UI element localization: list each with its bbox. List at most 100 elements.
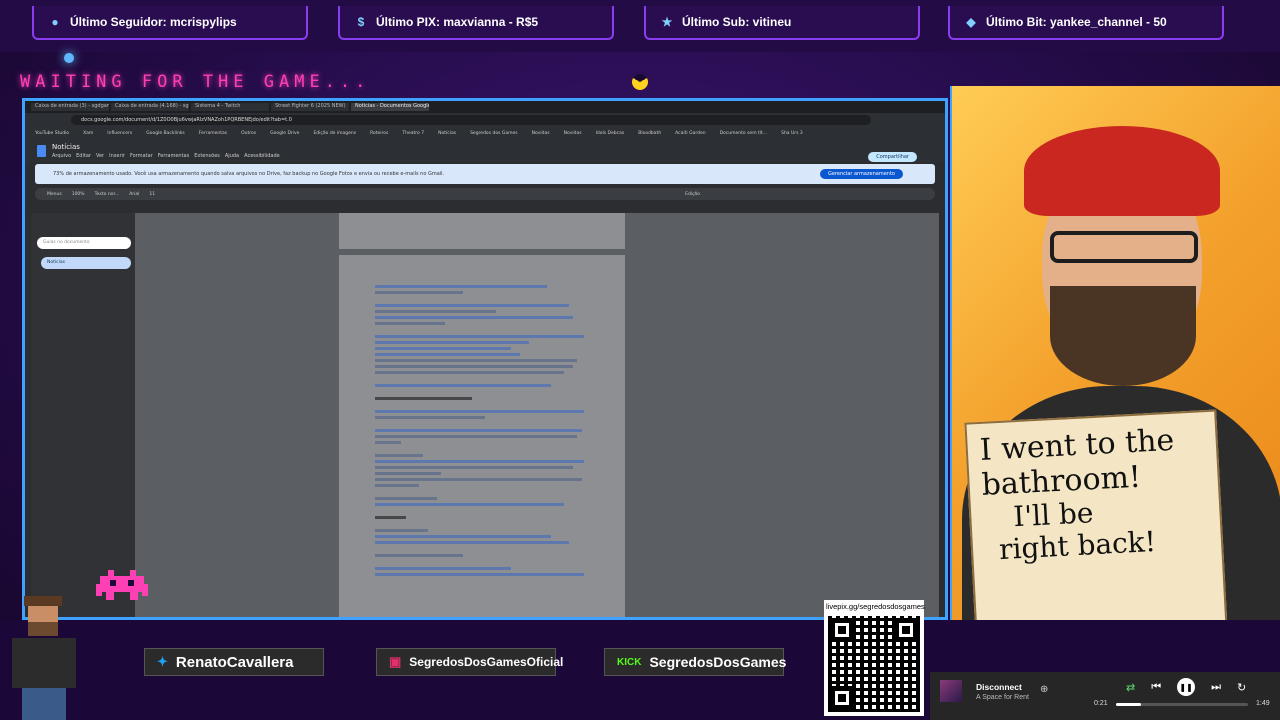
docs-logo-icon <box>37 145 46 157</box>
track-title: Disconnect <box>976 682 1022 692</box>
storage-warning-text: 73% de armazenamento usado. Você usa arm… <box>53 171 445 177</box>
bookmark[interactable]: Notícias <box>438 131 456 136</box>
progress-bar[interactable] <box>1116 703 1248 706</box>
browser-tab[interactable]: Sistema 4 - Twitch <box>191 103 269 111</box>
docs-toolbar: Menus 100% Texto nor... Arial 11 Edição <box>35 188 935 200</box>
bookmark[interactable]: Novidas <box>532 131 550 136</box>
menu-item[interactable]: Inserir <box>109 153 125 159</box>
bookmark[interactable]: Google Drive <box>270 131 299 136</box>
bookmark[interactable]: Xam <box>83 131 93 136</box>
menu-item[interactable]: Arquivo <box>52 153 71 159</box>
bookmark[interactable]: Ferramentas <box>199 131 227 136</box>
bookmark[interactable]: Google Backlinks <box>146 131 185 136</box>
menu-item[interactable]: Ajuda <box>225 153 239 159</box>
manage-storage-button[interactable]: Gerenciar armazenamento <box>819 169 903 179</box>
bookmark[interactable]: Influencers <box>107 131 132 136</box>
character-bandana <box>1024 126 1220 216</box>
menu-item[interactable]: Editar <box>76 153 91 159</box>
user-icon: ● <box>51 15 59 29</box>
last-follower-ticker: ● Último Seguidor: mcrispylips <box>32 6 308 40</box>
menu-item[interactable]: Extensões <box>194 153 220 159</box>
bookmark[interactable]: Documento sem tít... <box>720 131 768 136</box>
browser-tab-strip: Caixa de entrada (3) - sgdgame Caixa de … <box>25 101 945 113</box>
qr-finder <box>894 618 918 642</box>
kick-handle: KICK SegredosDosGames <box>604 648 787 676</box>
track-artist: A Space for Rent <box>976 694 1029 701</box>
next-icon[interactable]: ⏭ <box>1211 681 1221 694</box>
bookmark[interactable]: Edição de imagens <box>313 131 356 136</box>
bookmark[interactable]: Novidas <box>564 131 582 136</box>
kick-logo-icon: KICK <box>617 656 642 668</box>
document-page[interactable] <box>339 255 625 617</box>
qr-finder <box>830 618 854 642</box>
editing-mode-select[interactable]: Edição <box>685 192 700 197</box>
progress-fill <box>1116 703 1142 706</box>
shuffle-icon[interactable]: ⇄ <box>1126 681 1135 694</box>
font-size-field[interactable]: 11 <box>149 192 155 197</box>
browser-tab[interactable]: Street Fighter 6 (2025 NEW) <box>271 103 349 111</box>
brb-sign: I went to the bathroom! I'll be right ba… <box>964 409 1228 643</box>
font-select[interactable]: Arial <box>129 192 139 197</box>
last-pix-ticker: $ Último PIX: maxvianna - R$5 <box>338 6 614 40</box>
ticker-bar: ● Último Seguidor: mcrispylips $ Último … <box>0 0 1280 52</box>
bookmark[interactable]: Segredos dos Games <box>470 131 518 136</box>
share-button[interactable]: Compartilhar <box>868 152 917 162</box>
screen-capture: Caixa de entrada (3) - sgdgame Caixa de … <box>22 98 948 620</box>
last-sub-ticker: ★ Último Sub: vitineu <box>644 6 920 40</box>
music-player: Disconnect A Space for Rent ⊕ ⇄ ⏮ ❚❚ ⏭ ↻… <box>930 672 1280 720</box>
bookmark[interactable]: Roteiros <box>370 131 388 136</box>
docs-menu-bar: Arquivo Editar Ver Inserir Formatar Ferr… <box>52 153 280 159</box>
last-bit-ticker: ◆ Último Bit: yankee_channel - 50 <box>948 6 1224 40</box>
outline-item[interactable]: Notícias <box>41 257 131 269</box>
menu-item[interactable]: Acessibilidade <box>244 153 280 159</box>
bookmark[interactable]: Acaiti Garden <box>675 131 705 136</box>
menu-item[interactable]: Ferramentas <box>158 153 190 159</box>
bookmark[interactable]: Theatro 7 <box>402 131 424 136</box>
browser-tab[interactable]: Caixa de entrada (4.168) - sgh <box>111 103 189 111</box>
twitter-name: RenatoCavallera <box>175 653 294 671</box>
repeat-icon[interactable]: ↻ <box>1237 681 1246 694</box>
browser-tab-active[interactable]: Notícias - Documentos Google <box>351 103 429 111</box>
previous-page <box>339 213 625 249</box>
bookmark[interactable]: Sha Urs 3 <box>781 131 803 136</box>
bookmark[interactable]: Outros <box>241 131 256 136</box>
twitter-bird-icon: ✦ <box>157 654 168 669</box>
pause-button[interactable]: ❚❚ <box>1177 678 1196 696</box>
bookmark[interactable]: YouTube Studio <box>35 131 69 136</box>
twitter-handle: ✦ RenatoCavallera <box>144 648 324 676</box>
zoom-select[interactable]: 100% <box>72 192 85 197</box>
bookmark[interactable]: Bloodbath <box>638 131 661 136</box>
previous-icon[interactable]: ⏮ <box>1151 681 1161 694</box>
url-field[interactable]: docs.google.com/document/d/1Z0O0Bju6vwja… <box>71 115 871 125</box>
livepix-qr-card: livepix.gg/segredosdosgames <box>824 600 925 716</box>
document-area: Guias no documento Notícias <box>31 213 939 617</box>
menu-item[interactable]: Ver <box>96 153 104 159</box>
bookmark[interactable]: Idols Debcas <box>596 131 625 136</box>
pixel-avatar <box>12 596 76 720</box>
instagram-icon: ▣ <box>389 654 402 669</box>
qr-finder <box>830 686 854 710</box>
elapsed-time: 0:21 <box>1094 700 1108 707</box>
be-right-back-art: I went to the bathroom! I'll be right ba… <box>950 86 1280 668</box>
waiting-for-game-text: WAITING FOR THE GAME... <box>20 72 371 92</box>
livepix-url: livepix.gg/segredosdosgames <box>826 602 925 611</box>
browser-tab[interactable]: Caixa de entrada (3) - sgdgame <box>31 103 109 111</box>
glow-dot <box>64 53 74 63</box>
style-select[interactable]: Texto nor... <box>95 192 120 197</box>
last-follower-text: Último Seguidor: mcrispylips <box>70 15 237 29</box>
album-cover <box>940 680 962 702</box>
diamond-icon: ◆ <box>966 15 976 29</box>
last-bit-text: Último Bit: yankee_channel - 50 <box>986 15 1167 29</box>
outline-search[interactable]: Guias no documento <box>37 237 131 249</box>
space-invader-icon <box>96 570 148 600</box>
instagram-name: SegredosDosGamesOficial <box>409 655 564 669</box>
menus-search[interactable]: Menus <box>47 192 62 197</box>
dollar-icon: $ <box>357 15 365 29</box>
add-icon[interactable]: ⊕ <box>1040 684 1048 695</box>
doc-title[interactable]: Notícias <box>52 143 280 151</box>
kick-name: SegredosDosGames <box>649 654 787 670</box>
pacman-icon <box>632 74 648 90</box>
menu-item[interactable]: Formatar <box>130 153 153 159</box>
last-pix-text: Último PIX: maxvianna - R$5 <box>376 15 539 29</box>
document-outline: Guias no documento Notícias <box>31 213 135 617</box>
